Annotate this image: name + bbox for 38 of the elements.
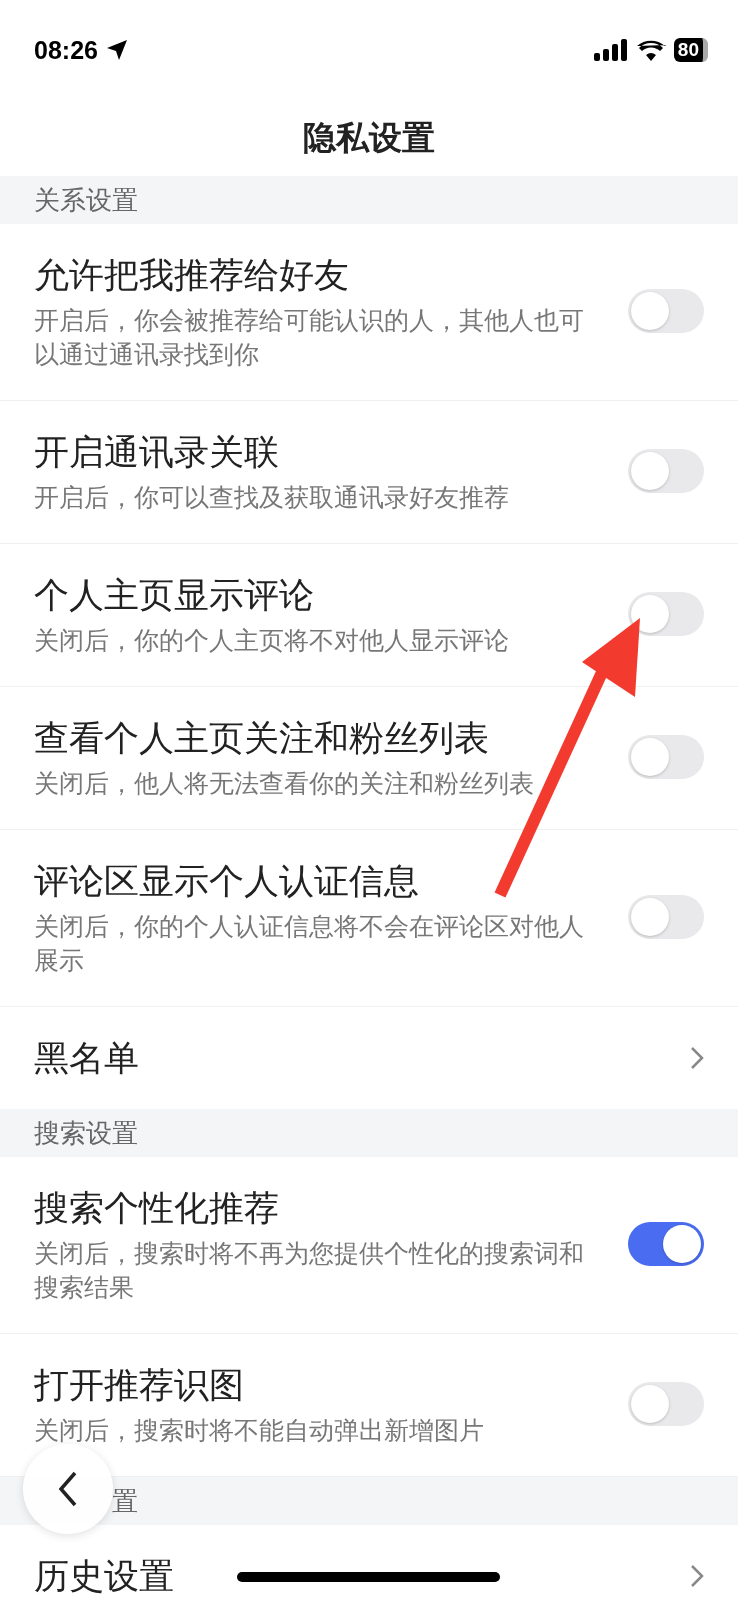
settings-link-row[interactable]: 历史设置 (0, 1525, 738, 1600)
chevron-right-icon (690, 1564, 704, 1588)
back-button[interactable] (23, 1444, 113, 1534)
status-time: 08:26 (34, 35, 98, 65)
section-title: 置 (112, 1484, 138, 1518)
setting-title: 打开推荐识图 (34, 1364, 245, 1407)
setting-title: 查看个人主页关注和粉丝列表 (34, 717, 490, 760)
setting-description: 开启后，你会被推荐给可能认识的人，其他人也可以通过通讯录找到你 (34, 305, 585, 371)
toggle-switch[interactable] (628, 1222, 704, 1266)
setting-title: 个人主页显示评论 (34, 574, 315, 617)
toggle-switch[interactable] (628, 449, 704, 493)
section-title: 关系设置 (34, 183, 138, 217)
settings-link-row[interactable]: 黑名单 (0, 1007, 738, 1109)
chevron-right-icon (690, 1046, 704, 1070)
signal-icon (593, 39, 628, 61)
toggle-switch[interactable] (628, 735, 704, 779)
setting-description: 关闭后，搜索时将不能自动弹出新增图片 (34, 1415, 485, 1447)
battery-level: 80 (673, 38, 708, 62)
page-title: 隐私设置 (303, 116, 435, 159)
setting-title: 允许把我推荐给好友 (34, 254, 350, 297)
setting-title: 黑名单 (34, 1037, 139, 1080)
setting-description: 关闭后，他人将无法查看你的关注和粉丝列表 (34, 768, 535, 800)
wifi-icon (635, 39, 666, 61)
location-arrow-icon (105, 39, 128, 61)
setting-title: 开启通讯录关联 (34, 431, 280, 474)
setting-title: 评论区显示个人认证信息 (34, 860, 420, 903)
setting-description: 关闭后，搜索时将不再为您提供个性化的搜索词和搜索结果 (34, 1238, 585, 1304)
setting-description: 关闭后，你的个人主页将不对他人显示评论 (34, 625, 510, 657)
toggle-switch[interactable] (628, 895, 704, 939)
setting-description: 关闭后，你的个人认证信息将不会在评论区对他人展示 (34, 911, 585, 977)
setting-title: 搜索个性化推荐 (34, 1187, 280, 1230)
chevron-left-icon (58, 1471, 78, 1507)
toggle-switch[interactable] (628, 289, 704, 333)
setting-description: 开启后，你可以查找及获取通讯录好友推荐 (34, 482, 510, 514)
toggle-switch[interactable] (628, 592, 704, 636)
section-title: 搜索设置 (34, 1116, 138, 1150)
setting-title: 历史设置 (34, 1555, 174, 1598)
toggle-switch[interactable] (628, 1382, 704, 1426)
